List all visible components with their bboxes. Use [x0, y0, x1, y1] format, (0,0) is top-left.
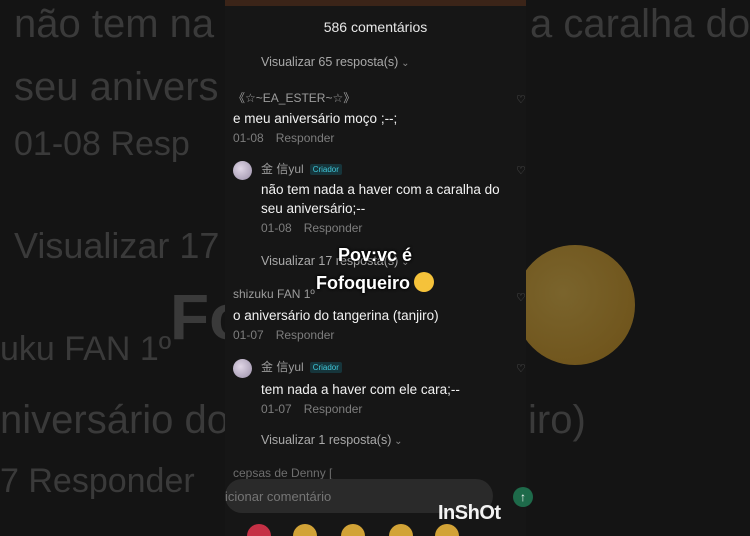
- view-replies-link[interactable]: Visualizar 65 resposta(s): [261, 55, 410, 69]
- inshot-watermark: InShOt: [438, 502, 501, 524]
- comment-reply: 金 信yul Criador tem nada a haver com ele c…: [261, 358, 511, 416]
- caption-line-2: Fofoqueiro: [290, 272, 460, 294]
- bg-text: uku FAN 1º: [0, 330, 172, 368]
- like-icon[interactable]: ♡: [516, 362, 526, 375]
- comment-date: 01-07: [233, 328, 264, 342]
- comment-reply: 金 信yul Criador não tem nada a haver com a…: [261, 160, 511, 235]
- bg-text: Visualizar 17: [14, 225, 220, 266]
- comment-text: o aniversário do tangerina (tanjiro): [233, 308, 439, 323]
- comments-panel: 586 comentários Visualizar 65 resposta(s…: [225, 0, 526, 536]
- comment-username[interactable]: 金 信yul Criador: [261, 358, 511, 375]
- comment-text: tem nada a haver com ele cara;--: [261, 382, 460, 397]
- comment-username[interactable]: 《☆~EA_ESTER~☆》: [233, 89, 513, 106]
- comment-username-partial: cepsas de Denny [: [233, 466, 333, 480]
- caption-text: Fofoqueiro: [316, 273, 410, 293]
- username-text: 金 信yul: [261, 360, 304, 374]
- emoji-icon[interactable]: [389, 524, 413, 536]
- creator-badge: Criador: [309, 164, 342, 176]
- avatar[interactable]: [233, 161, 252, 180]
- comment-item: shizuku FAN 1º o aniversário do tangerin…: [233, 287, 513, 342]
- reply-button[interactable]: Responder: [276, 131, 335, 145]
- heart-emoji-icon[interactable]: [247, 524, 271, 536]
- username-text: 金 信yul: [261, 162, 304, 176]
- bg-text: niversário do: [0, 398, 230, 442]
- comment-username[interactable]: 金 信yul Criador: [261, 160, 511, 177]
- comment-text: não tem nada a haver com a caralha do se…: [261, 182, 500, 216]
- comment-meta: 01-07 Responder: [233, 328, 513, 342]
- video-edge: [225, 0, 526, 6]
- comment-meta: 01-08 Responder: [261, 221, 511, 235]
- avatar[interactable]: [233, 359, 252, 378]
- reply-button[interactable]: Responder: [304, 221, 363, 235]
- like-icon[interactable]: ♡: [516, 164, 526, 177]
- comment-item: 《☆~EA_ESTER~☆》 e meu aniversário moço ;-…: [233, 89, 513, 145]
- comment-meta: 01-08 Responder: [233, 131, 513, 145]
- reply-button[interactable]: Responder: [276, 328, 335, 342]
- view-replies-link[interactable]: Visualizar 1 resposta(s): [261, 433, 403, 447]
- bg-text: a caralha do: [530, 2, 750, 46]
- emoji-icon[interactable]: [435, 524, 459, 536]
- emoji-row: [225, 524, 526, 536]
- bg-text: iro): [528, 398, 586, 442]
- bg-text: não tem na: [14, 2, 215, 46]
- like-icon[interactable]: ♡: [516, 93, 526, 106]
- send-icon[interactable]: ↑: [513, 487, 533, 507]
- smile-emoji-icon: [515, 245, 635, 365]
- comment-date: 01-08: [261, 221, 292, 235]
- comment-date: 01-07: [261, 402, 292, 416]
- emoji-icon[interactable]: [341, 524, 365, 536]
- like-icon[interactable]: ♡: [516, 291, 526, 304]
- smile-emoji-icon: [413, 272, 434, 292]
- comment-meta: 01-07 Responder: [261, 402, 511, 416]
- bg-text: 7 Responder: [0, 462, 195, 500]
- reply-button[interactable]: Responder: [304, 402, 363, 416]
- caption-line-1: Pov:vc é: [337, 245, 413, 265]
- bg-text: seu anivers: [14, 65, 219, 109]
- comments-count-title: 586 comentários: [323, 19, 428, 35]
- creator-badge: Criador: [309, 362, 342, 374]
- comment-text: e meu aniversário moço ;--;: [233, 111, 398, 126]
- bg-text: 01-08 Resp: [14, 125, 190, 163]
- comment-date: 01-08: [233, 131, 264, 145]
- emoji-icon[interactable]: [293, 524, 317, 536]
